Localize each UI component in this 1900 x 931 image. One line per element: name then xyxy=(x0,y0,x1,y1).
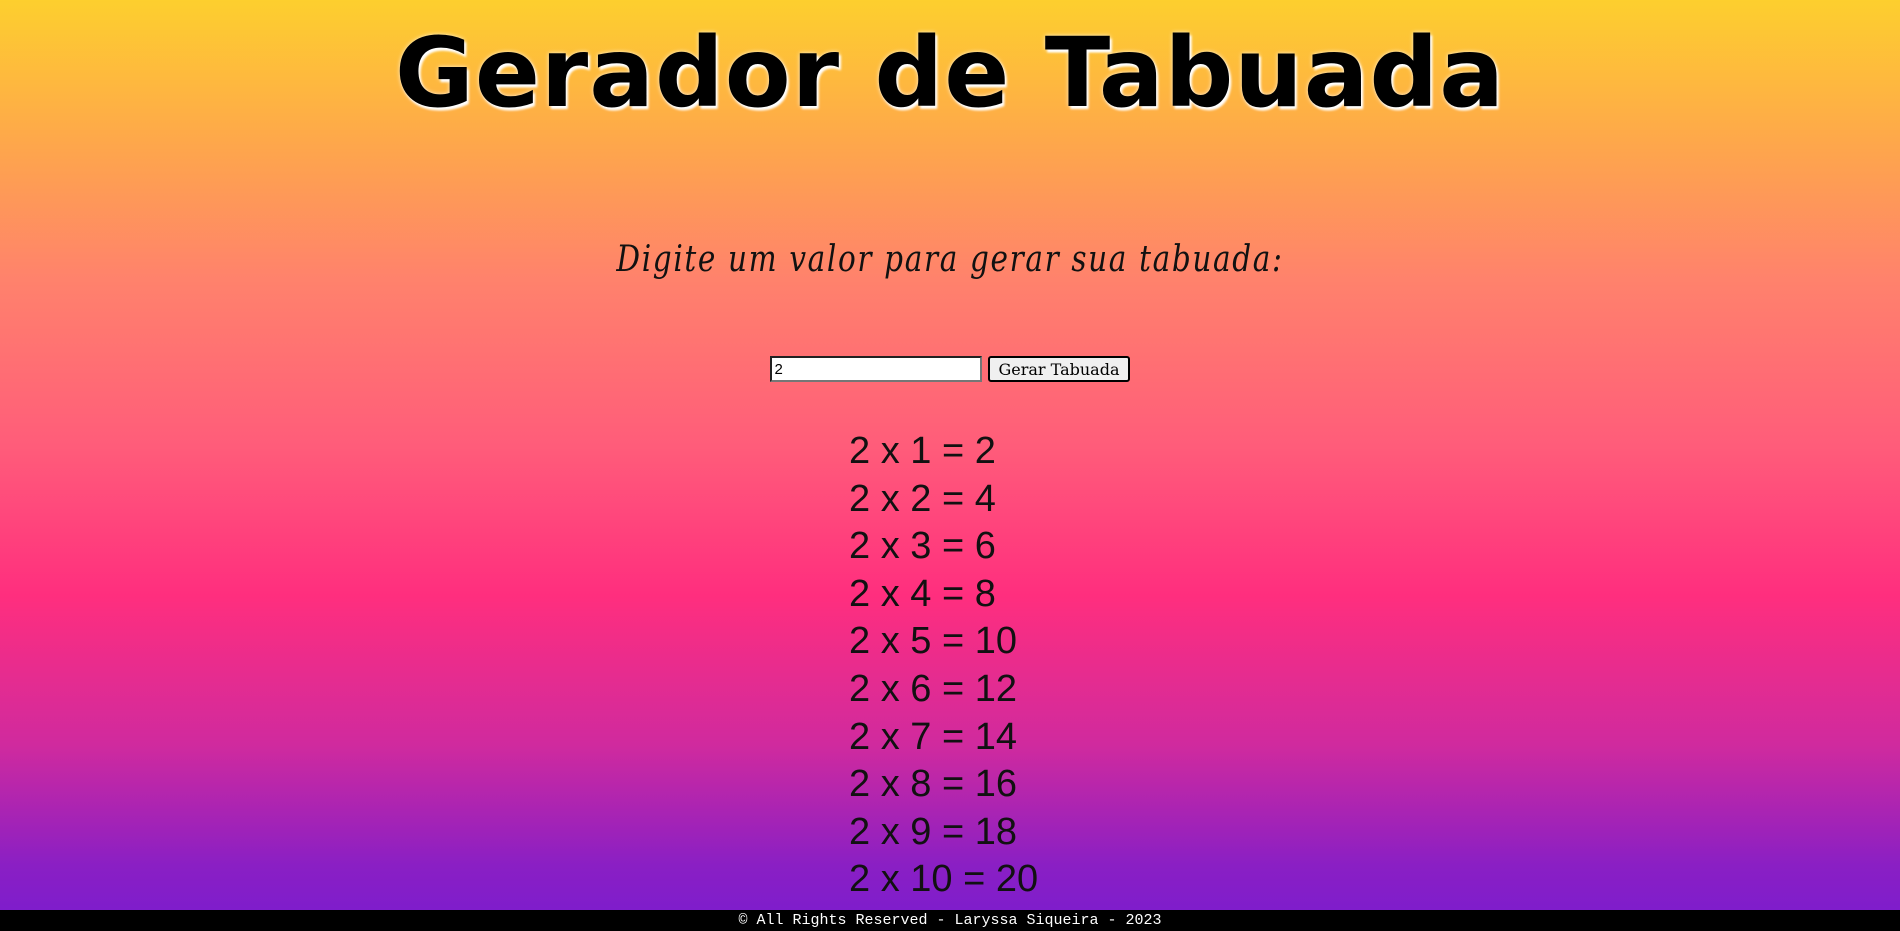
generate-table-button[interactable]: Gerar Tabuada xyxy=(988,356,1130,382)
tabuada-form: Gerar Tabuada xyxy=(0,356,1900,382)
table-row: 2 x 2 = 4 xyxy=(849,477,996,520)
input-prompt: Digite um valor para gerar sua tabuada: xyxy=(616,239,1284,280)
table-row: 2 x 8 = 16 xyxy=(849,763,1017,806)
multiplication-table: 2 x 1 = 2 2 x 2 = 4 2 x 3 = 6 2 x 4 = 8 … xyxy=(849,428,1038,904)
table-row: 2 x 6 = 12 xyxy=(849,667,1017,710)
table-row: 2 x 3 = 6 xyxy=(849,525,996,568)
number-input[interactable] xyxy=(770,356,983,382)
footer: © All Rights Reserved - Laryssa Siqueira… xyxy=(0,910,1900,931)
table-row: 2 x 10 = 20 xyxy=(849,858,1039,901)
page-title: Gerador de Tabuada xyxy=(395,17,1505,129)
table-row: 2 x 5 = 10 xyxy=(849,620,1017,663)
table-row: 2 x 7 = 14 xyxy=(849,715,1017,758)
table-row: 2 x 4 = 8 xyxy=(849,572,996,615)
copyright-text: © All Rights Reserved - Laryssa Siqueira… xyxy=(738,912,1162,929)
table-row: 2 x 1 = 2 xyxy=(849,430,996,472)
table-row: 2 x 9 = 18 xyxy=(849,810,1017,853)
